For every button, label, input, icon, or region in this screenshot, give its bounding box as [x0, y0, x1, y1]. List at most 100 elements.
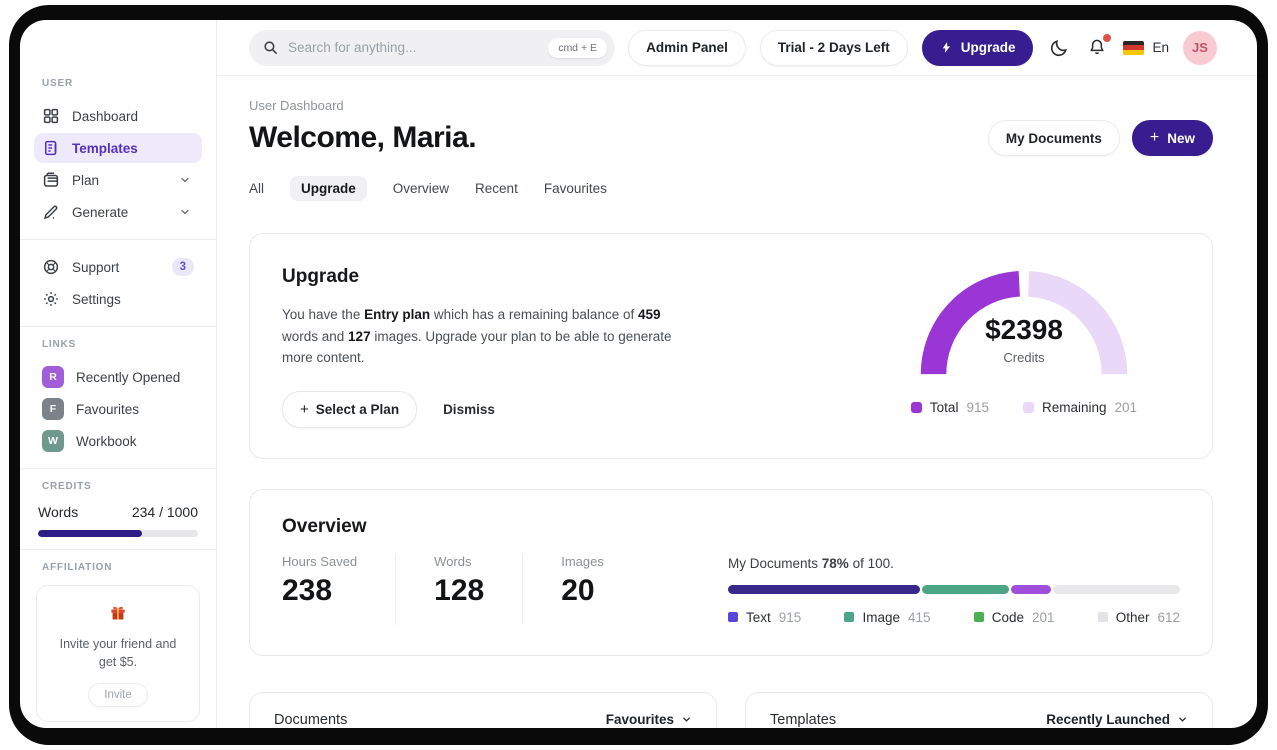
sidebar-link-favourites[interactable]: F Favourites — [34, 394, 202, 424]
sidebar-item-label: Settings — [72, 291, 121, 307]
tab-recent[interactable]: Recent — [475, 176, 518, 201]
sidebar-item-label: Plan — [72, 172, 100, 188]
documents-card-header: Documents Favourites — [250, 693, 716, 728]
sidebar-link-workbook[interactable]: W Workbook — [34, 426, 202, 456]
segment-other — [1052, 584, 1181, 594]
templates-filter-dropdown[interactable]: Recently Launched — [1046, 712, 1188, 727]
chevron-down-icon — [1179, 717, 1186, 723]
upgrade-card-actions: + Select a Plan Dismiss — [282, 390, 712, 428]
sidebar-divider — [20, 468, 216, 469]
upgrade-button-label: Upgrade — [960, 40, 1016, 55]
gauge-label: Credits — [1003, 350, 1045, 365]
gauge-center-text: $2398 Credits — [914, 314, 1134, 365]
stat-words: Words 128 — [434, 553, 524, 625]
documents-filter-dropdown[interactable]: Favourites — [606, 712, 692, 727]
sidebar-divider — [20, 549, 216, 550]
sidebar-divider — [20, 326, 216, 327]
invite-button[interactable]: Invite — [88, 683, 148, 708]
my-documents-button[interactable]: My Documents — [987, 120, 1120, 156]
search-input[interactable] — [288, 40, 540, 55]
tab-overview[interactable]: Overview — [393, 176, 449, 201]
language-label: En — [1152, 40, 1169, 55]
legend-label: Remaining — [1041, 400, 1107, 415]
search-bar[interactable]: cmd + E — [249, 29, 615, 66]
upgrade-card-body: You have the Entry plan which has a rema… — [282, 307, 672, 366]
overview-card-title: Overview — [282, 515, 367, 537]
sidebar-item-plan[interactable]: Plan — [34, 165, 202, 195]
overview-row: Hours Saved 238 Words 128 Images 20 My D… — [282, 553, 1181, 625]
plus-icon: + — [300, 400, 309, 418]
legend-item-code: Code 201 — [973, 610, 1055, 625]
sidebar-link-recently-opened[interactable]: R Recently Opened — [34, 362, 202, 392]
notifications-button[interactable] — [1085, 34, 1112, 60]
legend-item-other: Other 612 — [1097, 610, 1180, 625]
filter-tabs: All Upgrade Overview Recent Favourites — [249, 176, 1213, 201]
app-window: USER Dashboard Templates Plan Generate S… — [20, 20, 1257, 728]
topbar: cmd + E Admin Panel Trial - 2 Days Left … — [217, 20, 1257, 76]
link-initial-badge: W — [42, 430, 64, 452]
upgrade-card-left: Upgrade You have the Entry plan which ha… — [282, 266, 712, 428]
sidebar-item-settings[interactable]: Settings — [34, 284, 202, 314]
new-button-label: New — [1167, 130, 1195, 146]
legend-item-text: Text 915 — [728, 610, 801, 625]
user-avatar[interactable]: JS — [1183, 30, 1217, 65]
templates-doc-icon — [45, 140, 57, 156]
credits-type-label: Words — [38, 504, 79, 520]
templates-card-header: Templates Recently Launched — [746, 693, 1212, 728]
lifebuoy-icon — [43, 259, 59, 275]
lightning-bolt-icon — [942, 42, 950, 53]
credits-gauge-block: $2398 Credits Total 915 Remaining 201 — [874, 266, 1174, 428]
admin-panel-button[interactable]: Admin Panel — [628, 29, 746, 66]
language-selector[interactable]: En — [1123, 40, 1169, 55]
plus-icon: + — [1149, 129, 1160, 146]
documents-progress-label: My Documents 78% of 100. — [728, 555, 894, 571]
notification-dot — [1103, 34, 1112, 42]
search-shortcut-badge: cmd + E — [548, 37, 607, 58]
sidebar-item-label: Recently Opened — [76, 369, 181, 385]
sidebar-item-dashboard[interactable]: Dashboard — [34, 101, 202, 131]
legend-label: Total — [929, 400, 959, 415]
main-column: cmd + E Admin Panel Trial - 2 Days Left … — [217, 20, 1257, 728]
theme-toggle-button[interactable] — [1047, 36, 1071, 60]
affiliation-card: Invite your friend and get $5. Invite — [36, 585, 200, 723]
documents-progress-block: My Documents 78% of 100. Text 915 Image … — [728, 554, 1181, 625]
sidebar-item-support[interactable]: Support 3 — [34, 252, 202, 282]
overview-stats: Hours Saved 238 Words 128 Images 20 — [282, 553, 680, 625]
select-plan-button[interactable]: + Select a Plan — [282, 390, 418, 428]
breadcrumb: User Dashboard — [249, 98, 344, 113]
bottom-cards-row: Documents Favourites Untitled Document i… — [249, 691, 1213, 728]
segment-image — [921, 584, 1009, 594]
templates-card: Templates Recently Launched Blog Post Ti… — [745, 691, 1213, 728]
sidebar: USER Dashboard Templates Plan Generate S… — [20, 20, 217, 728]
chevron-down-icon — [181, 209, 189, 215]
sidebar-item-generate[interactable]: Generate — [34, 197, 202, 227]
link-initial-badge: F — [42, 398, 64, 420]
tab-favourites[interactable]: Favourites — [544, 176, 607, 201]
header-actions: My Documents + New — [987, 120, 1213, 156]
select-plan-label: Select a Plan — [315, 401, 400, 417]
legend-value: 915 — [966, 400, 989, 415]
legend-value: 201 — [1114, 400, 1138, 415]
trial-status-button[interactable]: Trial - 2 Days Left — [759, 29, 908, 66]
topbar-actions: Admin Panel Trial - 2 Days Left Upgrade … — [628, 29, 1217, 66]
gift-icon — [111, 606, 125, 620]
tab-all[interactable]: All — [249, 176, 264, 201]
upgrade-card: Upgrade You have the Entry plan which ha… — [249, 233, 1213, 459]
credits-gauge: $2398 Credits — [914, 266, 1134, 384]
wallet-icon — [43, 172, 59, 187]
legend-swatch — [1022, 402, 1034, 413]
credits-progress-fill — [38, 530, 142, 537]
documents-card-title: Documents — [274, 711, 348, 728]
sidebar-section-links: LINKS — [42, 339, 76, 350]
stat-images: Images 20 — [561, 553, 604, 607]
search-icon — [264, 41, 277, 54]
moon-icon — [1051, 39, 1068, 56]
tab-upgrade[interactable]: Upgrade — [290, 176, 367, 201]
legend-item-image: Image 415 — [844, 610, 931, 625]
upgrade-button[interactable]: Upgrade — [921, 29, 1034, 66]
dismiss-button[interactable]: Dismiss — [443, 402, 495, 417]
sidebar-item-templates[interactable]: Templates — [34, 133, 202, 163]
page-title: Welcome, Maria. — [249, 121, 477, 154]
legend-item-remaining: Remaining 201 — [1022, 400, 1138, 415]
new-button[interactable]: + New — [1131, 120, 1213, 156]
